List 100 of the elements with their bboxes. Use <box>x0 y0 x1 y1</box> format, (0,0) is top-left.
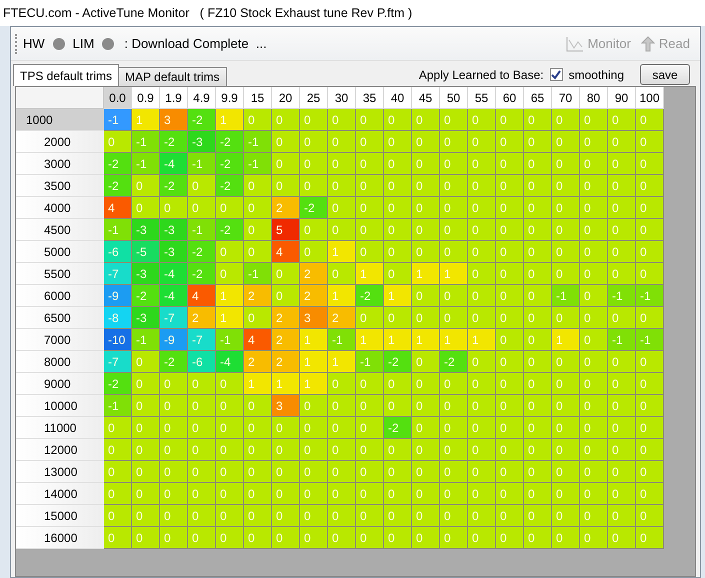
row-header: 9000 <box>16 373 104 395</box>
table-cell: 0 <box>356 197 384 219</box>
table-cell: 0 <box>580 527 608 549</box>
table-cell: 0 <box>384 395 412 417</box>
row-header: 3000 <box>16 153 104 175</box>
table-cell: -1 <box>636 285 664 307</box>
table-cell: -6 <box>104 241 132 263</box>
tab[interactable]: MAP default trims <box>119 67 227 86</box>
table-cell: 0 <box>552 307 580 329</box>
table-cell: 0 <box>104 527 132 549</box>
table-cell: 0 <box>272 439 300 461</box>
table-cell: 0 <box>216 263 244 285</box>
table-cell: 0 <box>580 307 608 329</box>
table-cell: 0 <box>580 417 608 439</box>
table-cell: 0 <box>580 131 608 153</box>
table-cell: -2 <box>188 109 216 131</box>
column-header: 65 <box>524 87 552 109</box>
column-header: 9.9 <box>216 87 244 109</box>
table-cell: 0 <box>636 219 664 241</box>
table-cell: 0 <box>160 417 188 439</box>
table-cell: 0 <box>216 505 244 527</box>
table-cell: 0 <box>132 483 160 505</box>
table-cell: 0 <box>104 483 132 505</box>
table-cell: 0 <box>440 395 468 417</box>
row-header: 3500 <box>16 175 104 197</box>
table-cell: -4 <box>160 153 188 175</box>
table-cell: -1 <box>132 131 160 153</box>
table-cell: -2 <box>216 175 244 197</box>
table-cell: 0 <box>468 263 496 285</box>
table-cell: 0 <box>328 483 356 505</box>
table-cell: 0 <box>216 241 244 263</box>
row-header: 15000 <box>16 505 104 527</box>
row-header: 6000 <box>16 285 104 307</box>
table-cell: 0 <box>356 461 384 483</box>
table-cell: 1 <box>132 109 160 131</box>
table-cell: -5 <box>132 241 160 263</box>
column-header: 40 <box>384 87 412 109</box>
table-cell: 0 <box>216 461 244 483</box>
table-cell: 0 <box>188 505 216 527</box>
table-cell: 0 <box>608 241 636 263</box>
apply-label: Apply Learned to Base: <box>418 66 544 84</box>
table-cell: 0 <box>580 285 608 307</box>
table-cell: 0 <box>552 395 580 417</box>
table-cell: 0 <box>608 417 636 439</box>
table-cell: -1 <box>216 329 244 351</box>
table-cell: 0 <box>552 351 580 373</box>
table-cell: 0 <box>412 373 440 395</box>
table-cell: -2 <box>160 351 188 373</box>
table-cell: 0 <box>412 351 440 373</box>
table-cell: 0 <box>412 241 440 263</box>
table-cell: 0 <box>216 197 244 219</box>
table-cell: 2 <box>272 329 300 351</box>
row-header: 11000 <box>16 417 104 439</box>
table-cell: 0 <box>356 109 384 131</box>
table-cell: 0 <box>440 439 468 461</box>
table-cell: 0 <box>188 373 216 395</box>
table-cell: 0 <box>300 417 328 439</box>
table-cell: 0 <box>216 417 244 439</box>
row-header: 7000 <box>16 329 104 351</box>
save-button[interactable]: save <box>640 64 690 85</box>
table-cell: 0 <box>356 395 384 417</box>
table-cell: 0 <box>300 439 328 461</box>
row-header: 10000 <box>16 395 104 417</box>
table-cell: 0 <box>300 483 328 505</box>
column-header: 60 <box>496 87 524 109</box>
table-cell: 0 <box>552 439 580 461</box>
table-cell: 0 <box>328 263 356 285</box>
table-cell: 0 <box>524 285 552 307</box>
table-cell: 0 <box>608 219 636 241</box>
table-cell: -1 <box>132 329 160 351</box>
table-cell: 0 <box>552 241 580 263</box>
table-cell: 0 <box>552 505 580 527</box>
table-cell: 0 <box>524 197 552 219</box>
row-header: 8000 <box>16 351 104 373</box>
table-cell: 0 <box>188 527 216 549</box>
table-cell: 5 <box>272 219 300 241</box>
table-cell: 0 <box>440 527 468 549</box>
table-cell: 0 <box>468 417 496 439</box>
table-cell: 1 <box>384 285 412 307</box>
tab[interactable]: TPS default trims <box>13 64 120 86</box>
table-cell: 0 <box>468 307 496 329</box>
table-cell: 0 <box>496 351 524 373</box>
table-cell: 0 <box>468 351 496 373</box>
table-cell: 0 <box>132 417 160 439</box>
table-cell: 0 <box>496 153 524 175</box>
table-cell: 0 <box>272 175 300 197</box>
table-cell: -7 <box>104 351 132 373</box>
table-cell: 0 <box>328 219 356 241</box>
table-cell: -6 <box>188 351 216 373</box>
table-cell: 0 <box>580 197 608 219</box>
smoothing-checkbox[interactable] <box>550 68 563 81</box>
table-cell: 0 <box>412 461 440 483</box>
column-header: 70 <box>552 87 580 109</box>
table-cell: 2 <box>328 307 356 329</box>
table-cell: 0 <box>552 417 580 439</box>
table-cell: 0 <box>580 483 608 505</box>
table-cell: 0 <box>440 197 468 219</box>
table-cell: 0 <box>552 131 580 153</box>
table-cell: 0 <box>524 417 552 439</box>
table-cell: 0 <box>216 439 244 461</box>
